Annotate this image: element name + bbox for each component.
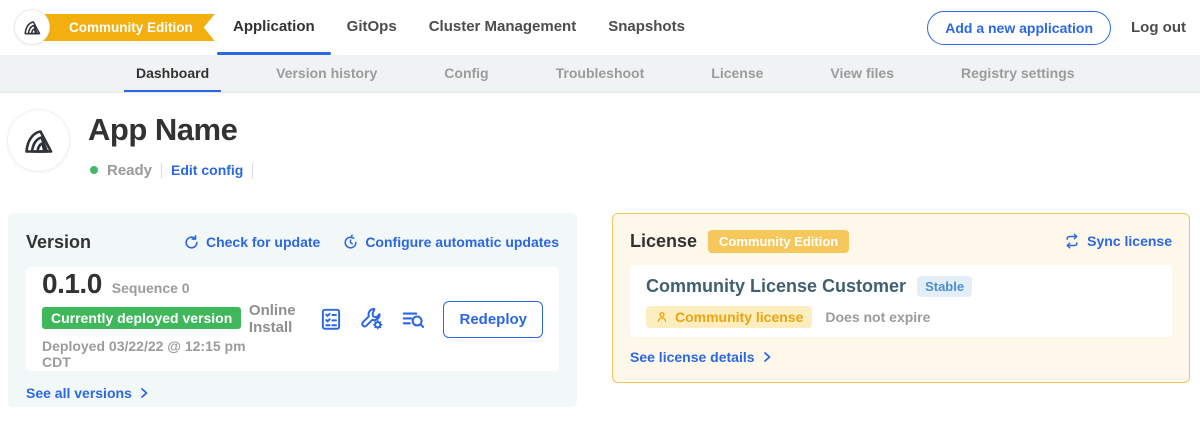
version-card-header: Version Check for update bbox=[26, 230, 559, 254]
wrench-gear-icon[interactable] bbox=[359, 306, 385, 332]
license-type-badge: Community license bbox=[646, 306, 812, 328]
version-number: 0.1.0 bbox=[42, 268, 102, 300]
see-license-details-link[interactable]: See license details bbox=[630, 349, 773, 365]
license-type-label: Community license bbox=[675, 309, 803, 325]
check-for-update-link[interactable]: Check for update bbox=[183, 234, 320, 251]
divider bbox=[252, 163, 253, 178]
chevron-right-icon bbox=[761, 351, 773, 363]
community-edition-ribbon: Community Edition bbox=[39, 14, 215, 41]
logout-button[interactable]: Log out bbox=[1131, 19, 1186, 36]
person-icon bbox=[655, 310, 669, 324]
version-card-footer: See all versions bbox=[26, 385, 559, 401]
status-badge: Ready bbox=[107, 162, 152, 179]
page-title: App Name bbox=[88, 112, 237, 148]
version-card-title: Version bbox=[26, 232, 91, 253]
check-for-update-label: Check for update bbox=[206, 234, 320, 250]
current-version-info: 0.1.0 Sequence 0 Currently deployed vers… bbox=[42, 268, 249, 370]
refresh-icon bbox=[183, 234, 200, 251]
configure-automatic-updates-link[interactable]: Configure automatic updates bbox=[342, 234, 559, 251]
tab-registry-settings[interactable]: Registry settings bbox=[949, 55, 1087, 92]
version-card: Version Check for update bbox=[8, 213, 577, 407]
tab-view-files[interactable]: View files bbox=[818, 55, 906, 92]
top-nav-items: Application GitOps Cluster Management Sn… bbox=[217, 0, 701, 55]
tab-troubleshoot[interactable]: Troubleshoot bbox=[544, 55, 657, 92]
see-license-details-label: See license details bbox=[630, 349, 755, 365]
top-nav-right: Add a new application Log out bbox=[927, 0, 1186, 55]
customer-name: Community License Customer bbox=[646, 276, 906, 297]
version-card-actions: Check for update Configure automatic upd… bbox=[183, 234, 559, 251]
license-card-title: License bbox=[630, 231, 697, 252]
nav-item-snapshots[interactable]: Snapshots bbox=[592, 0, 701, 55]
license-card-footer: See license details bbox=[630, 349, 1172, 365]
version-panel-actions: Online Install bbox=[249, 301, 543, 338]
license-expiration: Does not expire bbox=[825, 309, 930, 325]
add-new-application-button[interactable]: Add a new application bbox=[927, 11, 1111, 45]
license-summary-panel: Community License Customer Stable Commun… bbox=[630, 265, 1172, 337]
community-edition-badge: Community Edition bbox=[708, 230, 849, 253]
divider bbox=[161, 163, 162, 178]
top-navbar: Community Edition Application GitOps Clu… bbox=[0, 0, 1200, 55]
app-sub-navbar: Dashboard Version history Config Trouble… bbox=[0, 55, 1200, 93]
sync-license-label: Sync license bbox=[1087, 233, 1172, 249]
see-all-versions-label: See all versions bbox=[26, 385, 132, 401]
edit-config-link[interactable]: Edit config bbox=[171, 162, 243, 178]
tab-version-history[interactable]: Version history bbox=[264, 55, 389, 92]
nav-item-cluster-management[interactable]: Cluster Management bbox=[413, 0, 593, 55]
install-type-label: Online Install bbox=[249, 302, 302, 336]
app-logo-avatar bbox=[8, 110, 69, 171]
current-version-panel: 0.1.0 Sequence 0 Currently deployed vers… bbox=[26, 267, 559, 371]
redeploy-button[interactable]: Redeploy bbox=[443, 301, 543, 338]
sequence-label: Sequence 0 bbox=[112, 280, 190, 296]
sync-license-link[interactable]: Sync license bbox=[1063, 232, 1172, 250]
status-dot-icon bbox=[90, 166, 98, 174]
tab-dashboard[interactable]: Dashboard bbox=[124, 55, 221, 92]
clock-refresh-icon bbox=[342, 234, 359, 251]
configure-automatic-updates-label: Configure automatic updates bbox=[365, 234, 559, 250]
replicated-logo-icon bbox=[21, 123, 57, 159]
license-card-header: License Community Edition Sync license bbox=[630, 229, 1172, 253]
channel-badge: Stable bbox=[917, 276, 972, 297]
nav-item-application[interactable]: Application bbox=[217, 0, 331, 55]
tab-config[interactable]: Config bbox=[432, 55, 500, 92]
tab-license[interactable]: License bbox=[699, 55, 775, 92]
brand: Community Edition bbox=[15, 10, 190, 44]
license-card: License Community Edition Sync license C… bbox=[612, 213, 1190, 383]
brand-logo-circle bbox=[15, 10, 49, 44]
chevron-right-icon bbox=[138, 387, 150, 399]
see-all-versions-link[interactable]: See all versions bbox=[26, 385, 150, 401]
lines-magnifier-icon[interactable] bbox=[400, 306, 426, 332]
replicated-logo-icon bbox=[22, 17, 43, 38]
currently-deployed-badge: Currently deployed version bbox=[42, 307, 241, 329]
app-status-row: Ready Edit config bbox=[90, 161, 253, 179]
nav-item-gitops[interactable]: GitOps bbox=[331, 0, 413, 55]
swap-arrows-icon bbox=[1063, 232, 1081, 250]
deployed-timestamp: Deployed 03/22/22 @ 12:15 pm CDT bbox=[42, 338, 249, 370]
checklist-icon[interactable] bbox=[318, 306, 344, 332]
